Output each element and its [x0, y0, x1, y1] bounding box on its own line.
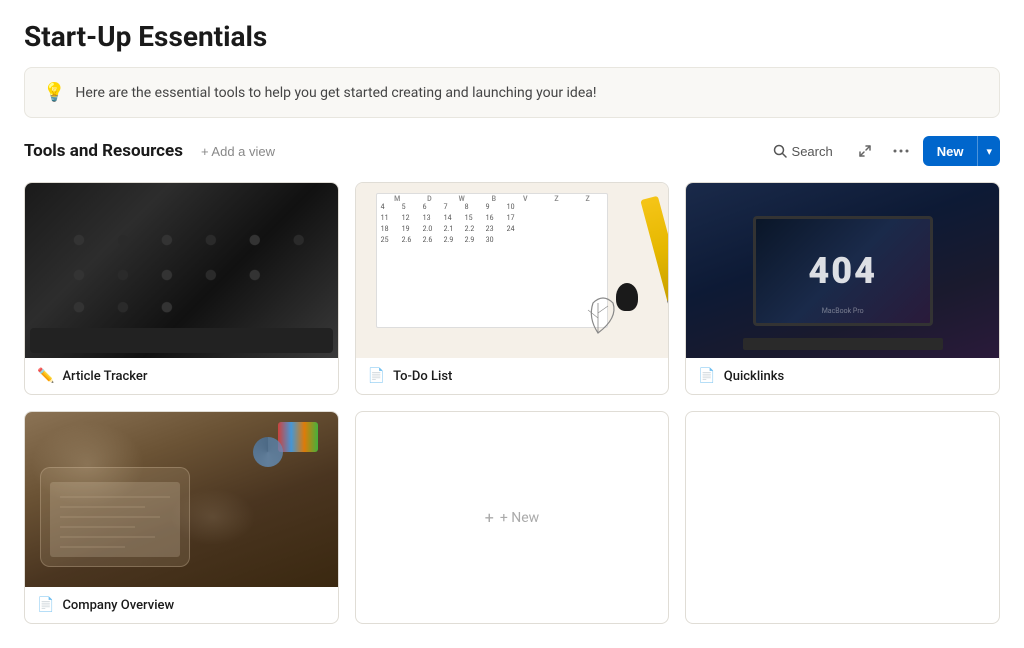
card-icon-doc-company: 📄 [37, 597, 54, 613]
card-footer-article-tracker: ✏️ Article Tracker [25, 358, 338, 394]
toolbar: Tools and Resources + Add a view Search [24, 136, 1000, 166]
more-options-button[interactable] [887, 137, 915, 165]
card-label-quicklinks: Quicklinks [724, 369, 784, 384]
search-button[interactable]: Search [763, 139, 843, 164]
section-title: Tools and Resources [24, 141, 183, 161]
leaf-sketch-icon [568, 288, 628, 338]
new-card-label: + New [500, 510, 539, 526]
new-card-button[interactable]: + + New [355, 411, 670, 624]
banner-text: Here are the essential tools to help you… [75, 85, 596, 101]
tape-blue [253, 437, 283, 467]
expand-icon [858, 144, 872, 158]
card-label-article-tracker: Article Tracker [62, 369, 147, 384]
search-icon [773, 144, 787, 158]
card-image-typewriter [25, 183, 338, 358]
laptop-subtext: MacBook Pro [756, 307, 930, 315]
toolbar-left: Tools and Resources + Add a view [24, 141, 281, 161]
search-label: Search [792, 144, 833, 159]
card-label-todo: To-Do List [393, 369, 452, 384]
caret-icon: ▾ [986, 145, 992, 158]
card-company-overview[interactable]: 📄 Company Overview [24, 411, 339, 624]
expand-button[interactable] [851, 137, 879, 165]
card-footer-quicklinks: 📄 Quicklinks [686, 358, 999, 394]
banner-icon: 💡 [43, 82, 65, 103]
laptop-container: 404 MacBook Pro [753, 216, 933, 326]
page-title: Start-Up Essentials [24, 20, 1000, 53]
laptop-404-text: 404 [808, 250, 877, 292]
new-button-caret[interactable]: ▾ [977, 136, 1000, 166]
card-todo-list[interactable]: MDWBVZZ 45678910 11121314151617 18192.02… [355, 182, 670, 395]
new-card-plus: + [485, 508, 494, 527]
card-quicklinks[interactable]: 404 MacBook Pro 📄 Quicklinks [685, 182, 1000, 395]
calendar-header: MDWBVZZ [381, 195, 604, 203]
card-article-tracker[interactable]: ✏️ Article Tracker [24, 182, 339, 395]
card-image-laptop: 404 MacBook Pro [686, 183, 999, 358]
marker-yellow [641, 196, 669, 326]
markers-top [278, 422, 318, 452]
sketch-lines [45, 472, 185, 562]
laptop-base [743, 338, 943, 350]
toolbar-right: Search New ▾ [763, 136, 1000, 166]
calendar-grid: 45678910 11121314151617 18192.02.12.2232… [381, 203, 525, 244]
empty-slot [685, 411, 1000, 624]
laptop-screen: 404 MacBook Pro [753, 216, 933, 326]
card-footer-todo: 📄 To-Do List [356, 358, 669, 394]
more-icon [893, 149, 909, 153]
banner: 💡 Here are the essential tools to help y… [24, 67, 1000, 118]
new-button-group: New ▾ [923, 136, 1000, 166]
add-view-button[interactable]: + Add a view [195, 142, 281, 161]
card-icon-doc-todo: 📄 [368, 368, 385, 384]
page-wrapper: Start-Up Essentials 💡 Here are the essen… [0, 0, 1024, 648]
cards-grid: ✏️ Article Tracker MDWBVZZ 45678910 1112… [24, 182, 1000, 624]
card-icon-pencil: ✏️ [37, 368, 54, 384]
card-label-company: Company Overview [62, 598, 174, 613]
new-button-main[interactable]: New [923, 136, 978, 166]
card-image-desk [25, 412, 338, 587]
card-icon-doc-quicklinks: 📄 [698, 368, 715, 384]
card-image-calendar: MDWBVZZ 45678910 11121314151617 18192.02… [356, 183, 669, 358]
card-footer-company: 📄 Company Overview [25, 587, 338, 623]
